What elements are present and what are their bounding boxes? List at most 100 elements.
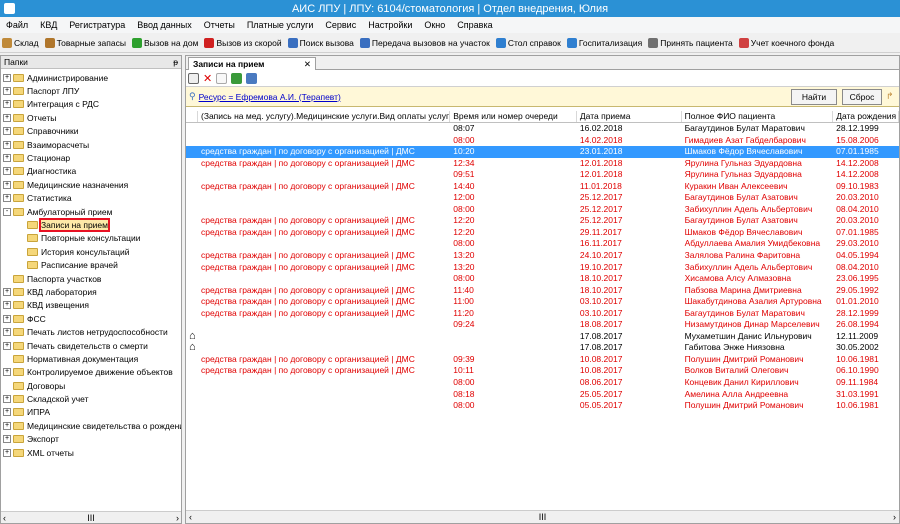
tree-item[interactable]: Паспорта участков — [1, 272, 181, 285]
tree-item[interactable]: + Стационар — [1, 151, 181, 164]
grid-scroll-thumb[interactable]: III — [539, 512, 547, 522]
tree-item[interactable]: Записи на прием — [1, 217, 181, 232]
expand-icon[interactable]: + — [3, 341, 11, 350]
table-row[interactable]: средства граждан | по договору с организ… — [186, 365, 899, 377]
table-row[interactable]: 08:07 16.02.2018 Багаутдинов Булат Маратов… — [186, 123, 899, 135]
tree-item[interactable]: + Взаиморасчеты — [1, 138, 181, 151]
tree-item[interactable]: + Администрирование — [1, 71, 181, 84]
export-icon[interactable]: ↱ — [886, 91, 894, 102]
tree-item[interactable]: + Складской учет — [1, 392, 181, 405]
tree-item[interactable]: + КВД лаборатория — [1, 285, 181, 298]
table-row[interactable]: средства граждан | по договору с организ… — [186, 181, 899, 193]
table-row[interactable]: средства граждан | по договору с организ… — [186, 227, 899, 239]
grid-scroll-right-icon[interactable]: › — [893, 512, 896, 522]
menu-item[interactable]: Ввод данных — [137, 20, 191, 30]
toolbar-button[interactable]: Стол справок — [495, 37, 561, 48]
folders-horizontal-scrollbar[interactable]: ‹ III › — [1, 511, 181, 523]
tree-item[interactable]: + Диагностика — [1, 165, 181, 178]
expand-icon[interactable]: + — [3, 100, 11, 109]
table-row[interactable]: 08:00 16.11.2017 Абдуллаева Амалия Умидбек… — [186, 238, 899, 250]
table-row[interactable]: 12:00 25.12.2017 Багаутдинов Булат Азатови… — [186, 192, 899, 204]
menu-item[interactable]: Окно — [424, 20, 445, 30]
tab-appointments[interactable]: Записи на прием ✕ — [188, 57, 316, 70]
scroll-left-icon[interactable]: ‹ — [3, 513, 6, 523]
tree-item[interactable]: + Медицинские назначения — [1, 178, 181, 191]
expand-icon[interactable]: + — [3, 194, 11, 203]
expand-icon[interactable]: + — [3, 448, 11, 457]
tree-item[interactable]: + Печать листов нетрудоспособности — [1, 325, 181, 338]
expand-icon[interactable]: + — [3, 435, 11, 444]
tree-item[interactable]: - Амбулаторный прием — [1, 205, 181, 218]
toolbar-button[interactable]: Учет коечного фонда — [738, 37, 834, 48]
table-row[interactable]: средства граждан | по договору с организ… — [186, 308, 899, 320]
table-row[interactable]: 08:00 08.06.2017 Концевик Данил Кириллович… — [186, 377, 899, 389]
toolbar-button[interactable]: Госпитализация — [566, 37, 642, 48]
table-row[interactable]: ⌂ 17.08.2017 Габитова Энже Ниязовна 30.05.2… — [186, 342, 899, 354]
menu-item[interactable]: Настройки — [368, 20, 412, 30]
toolbar-button[interactable]: Передача вызовов на участок — [359, 37, 490, 48]
table-row[interactable]: 08:00 25.12.2017 Забихуллин Адель Альберто… — [186, 204, 899, 216]
menu-item[interactable]: Файл — [6, 20, 28, 30]
expand-icon[interactable]: + — [3, 287, 11, 296]
tree-item[interactable]: + ИПРА — [1, 406, 181, 419]
column-header[interactable]: Дата приема — [577, 111, 682, 122]
tree-item[interactable]: + Экспорт — [1, 433, 181, 446]
close-tab-icon[interactable]: ✕ — [304, 59, 311, 70]
toolbar-button[interactable]: Склад — [2, 37, 39, 48]
toolbar-button[interactable]: Вызов из скорой — [204, 37, 282, 48]
expand-icon[interactable]: + — [3, 368, 11, 377]
new-record-icon[interactable] — [188, 72, 199, 84]
column-header[interactable] — [186, 111, 198, 122]
expand-icon[interactable]: + — [3, 180, 11, 189]
expand-icon[interactable]: + — [3, 408, 11, 417]
tree-item[interactable]: Повторные консультации — [1, 232, 181, 245]
tree-item[interactable]: + XML отчеты — [1, 446, 181, 459]
menu-item[interactable]: КВД — [40, 20, 57, 30]
toolbar-button[interactable]: Принять пациента — [648, 37, 733, 48]
edit-icon[interactable] — [216, 72, 228, 84]
pin-icon[interactable]: ᵽ — [173, 57, 178, 67]
toolbar-button[interactable]: Поиск вызова — [287, 37, 354, 48]
column-header[interactable]: Время или номер очереди — [450, 111, 577, 122]
toolbar-button[interactable]: Вызов на дом — [131, 37, 198, 48]
table-row[interactable]: 09:24 18.08.2017 Низамутдинов Динар Марсел… — [186, 319, 899, 331]
menu-item[interactable]: Отчеты — [204, 20, 235, 30]
tree-item[interactable]: + Отчеты — [1, 111, 181, 124]
expand-icon[interactable]: + — [3, 127, 11, 136]
table-row[interactable]: средства граждан | по договору с организ… — [186, 262, 899, 274]
table-row[interactable]: средства граждан | по договору с организ… — [186, 158, 899, 170]
table-row[interactable]: средства граждан | по договору с организ… — [186, 146, 899, 158]
table-row[interactable]: средства граждан | по договору с организ… — [186, 296, 899, 308]
table-row[interactable]: средства граждан | по договору с организ… — [186, 250, 899, 262]
tree-item[interactable]: + Паспорт ЛПУ — [1, 84, 181, 97]
table-row[interactable]: ⌂ 17.08.2017 Мухаметшин Данис Ильнурович 12… — [186, 331, 899, 343]
scroll-thumb[interactable]: III — [87, 513, 95, 523]
expand-icon[interactable]: + — [3, 301, 11, 310]
expand-icon[interactable]: + — [3, 73, 11, 82]
tree-item[interactable]: + ФСС — [1, 312, 181, 325]
tree-item[interactable]: + Контролируемое движение объектов — [1, 366, 181, 379]
expand-icon[interactable]: + — [3, 113, 11, 122]
table-row[interactable]: 08:00 14.02.2018 Гимадиев Азат Габделбаров… — [186, 135, 899, 147]
grid-horizontal-scrollbar[interactable]: ‹ III › — [186, 510, 899, 523]
tree-item[interactable]: + Печать свидетельств о смерти — [1, 339, 181, 352]
menu-item[interactable]: Платные услуги — [247, 20, 314, 30]
settings-icon[interactable] — [246, 72, 258, 84]
collapse-icon[interactable]: - — [3, 207, 11, 216]
expand-icon[interactable]: + — [3, 87, 11, 96]
table-row[interactable]: средства граждан | по договору с организ… — [186, 215, 899, 227]
expand-icon[interactable]: + — [3, 421, 11, 430]
scroll-right-icon[interactable]: › — [176, 513, 179, 523]
grid-scroll-left-icon[interactable]: ‹ — [189, 512, 192, 522]
table-row[interactable]: средства граждан | по договору с организ… — [186, 285, 899, 297]
tree-item[interactable]: История консультаций — [1, 245, 181, 258]
tree-item[interactable]: Договоры — [1, 379, 181, 392]
tree-item[interactable]: + Справочники — [1, 125, 181, 138]
find-button[interactable]: Найти — [791, 89, 837, 105]
menu-item[interactable]: Справка — [457, 20, 492, 30]
expand-icon[interactable]: + — [3, 328, 11, 337]
table-row[interactable]: 08:00 05.05.2017 Полушин Дмитрий Романович… — [186, 400, 899, 412]
tree-item[interactable]: Расписание врачей — [1, 258, 181, 271]
tree-item[interactable]: + КВД извещения — [1, 299, 181, 312]
refresh-icon[interactable] — [231, 72, 243, 84]
